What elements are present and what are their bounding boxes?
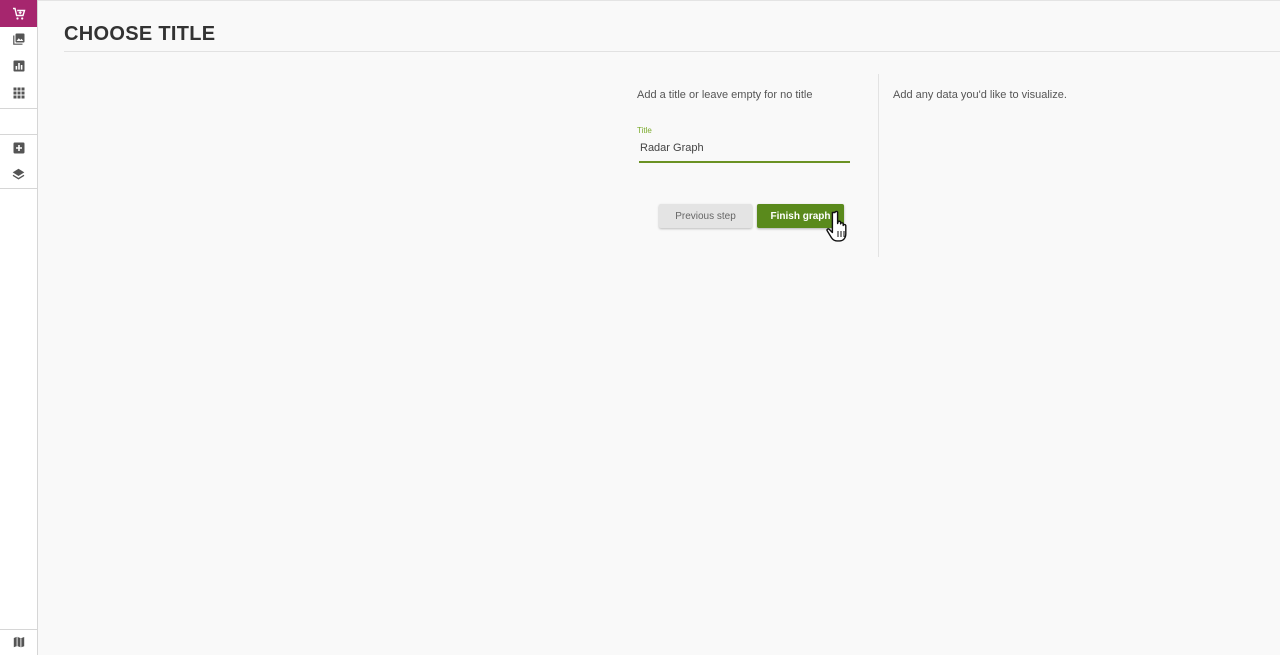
- layers-icon: [12, 168, 25, 181]
- title-divider: [64, 51, 1280, 52]
- sidebar-item-cart[interactable]: [0, 0, 37, 27]
- title-field-label: Title: [637, 126, 652, 135]
- sidebar-item-apps[interactable]: [0, 79, 37, 106]
- sidebar: [0, 0, 38, 655]
- sidebar-divider: [0, 108, 37, 109]
- form-instruction: Add a title or leave empty for no title: [637, 89, 813, 101]
- sidebar-divider: [0, 188, 37, 189]
- image-icon: [12, 33, 25, 45]
- sidebar-item-layers[interactable]: [0, 161, 37, 188]
- previous-step-button[interactable]: Previous step: [659, 204, 752, 228]
- sidebar-item-images[interactable]: [0, 25, 37, 52]
- side-panel-text: Add any data you'd like to visualize.: [893, 89, 1067, 101]
- finish-graph-button[interactable]: Finish graph: [757, 204, 844, 228]
- add-box-icon: [13, 142, 25, 154]
- top-border: [38, 0, 1280, 1]
- sidebar-item-add[interactable]: [0, 134, 37, 161]
- page-title: CHOOSE TITLE: [64, 23, 216, 45]
- sidebar-item-charts[interactable]: [0, 52, 37, 79]
- panel-divider: [878, 74, 879, 257]
- title-input[interactable]: [639, 138, 850, 163]
- map-icon: [13, 636, 25, 648]
- sidebar-item-map[interactable]: [0, 629, 37, 655]
- grid-icon: [13, 87, 25, 99]
- bar-chart-icon: [13, 60, 25, 72]
- cart-add-icon: [12, 7, 26, 21]
